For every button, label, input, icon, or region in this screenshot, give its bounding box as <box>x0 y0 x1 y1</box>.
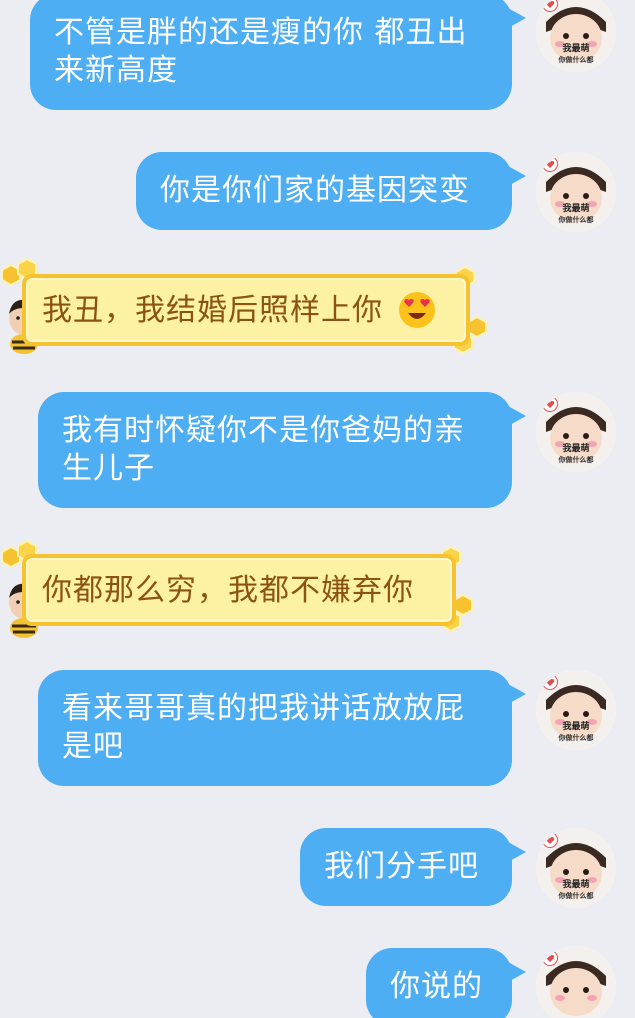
avatar-caption-sub: 你做什么都 <box>558 56 594 64</box>
my-avatar[interactable]: 我最萌 你做什么都 <box>536 670 616 750</box>
my-avatar[interactable]: 我最萌 你做什么都 <box>536 0 616 72</box>
message-text: 我有时怀疑你不是你爸妈的亲生儿子 <box>62 413 465 486</box>
heart-badge-icon <box>542 156 558 172</box>
heart-badge-icon <box>542 674 558 690</box>
chat-message-list[interactable]: 不管是胖的还是瘦的你 都丑出来新高度 我最萌 你做什么都 你是你们家的基因突变 <box>0 0 635 1018</box>
my-avatar[interactable]: 我最萌 你做什么都 <box>536 152 616 232</box>
heart-badge-icon <box>542 0 558 12</box>
heart-badge-icon <box>542 396 558 412</box>
message-bubble-outgoing[interactable]: 你是你们家的基因突变 <box>136 152 526 230</box>
heart-badge-icon <box>542 950 558 966</box>
avatar-caption: 我最萌 <box>562 444 590 454</box>
my-avatar[interactable] <box>536 946 616 1018</box>
message-text: 不管是胖的还是瘦的你 都丑出来新高度 <box>54 15 468 88</box>
avatar-caption: 我最萌 <box>562 204 590 214</box>
message-bubble-outgoing[interactable]: 你说的 <box>366 948 526 1018</box>
avatar-caption: 我最萌 <box>562 722 590 732</box>
avatar-caption: 我最萌 <box>562 44 590 54</box>
my-avatar[interactable]: 我最萌 你做什么都 <box>536 392 616 472</box>
avatar-caption: 我最萌 <box>562 880 590 890</box>
message-text: 看来哥哥真的把我讲话放放屁是吧 <box>62 691 465 764</box>
message-text: 你说的 <box>390 969 483 1004</box>
message-text: 你都那么穷，我都不嫌弃你 <box>42 573 414 608</box>
message-text: 你是你们家的基因突变 <box>160 173 470 208</box>
avatar-caption-sub: 你做什么都 <box>558 456 594 464</box>
message-text: 我们分手吧 <box>324 849 479 884</box>
message-bubble-outgoing[interactable]: 看来哥哥真的把我讲话放放屁是吧 <box>38 670 526 786</box>
message-bubble-outgoing[interactable]: 我有时怀疑你不是你爸妈的亲生儿子 <box>38 392 526 508</box>
avatar-caption-sub: 你做什么都 <box>558 734 594 742</box>
avatar-caption-sub: 你做什么都 <box>558 892 594 900</box>
message-bubble-outgoing[interactable]: 我们分手吧 <box>300 828 526 906</box>
message-bubble-outgoing[interactable]: 不管是胖的还是瘦的你 都丑出来新高度 <box>30 0 526 110</box>
message-text: 我丑，我结婚后照样上你 <box>42 293 383 328</box>
my-avatar[interactable]: 我最萌 你做什么都 <box>536 828 616 908</box>
message-bubble-incoming[interactable]: 我丑，我结婚后照样上你 <box>22 274 470 346</box>
heart-eyes-emoji-icon <box>398 291 435 328</box>
heart-badge-icon <box>542 832 558 848</box>
message-bubble-incoming[interactable]: 你都那么穷，我都不嫌弃你 <box>22 554 456 626</box>
avatar-caption-sub: 你做什么都 <box>558 216 594 224</box>
